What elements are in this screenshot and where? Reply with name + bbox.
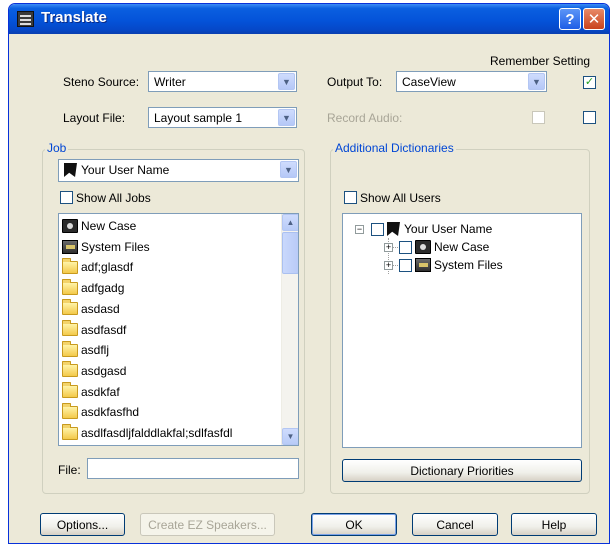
help-button[interactable]: Help [511, 513, 597, 536]
dictionary-priorities-button[interactable]: Dictionary Priorities [342, 459, 582, 482]
job-list-item[interactable]: System Files [62, 237, 150, 257]
job-list-item[interactable]: New Case [62, 216, 136, 236]
layout-file-combobox[interactable]: Layout sample 1 ▼ [148, 107, 297, 128]
job-list-item[interactable]: asdasd [62, 299, 120, 319]
job-user-value: Your User Name [81, 163, 170, 177]
help-title-button[interactable]: ? [559, 8, 581, 30]
remember-setting-checkbox[interactable]: ✓ [583, 76, 596, 89]
dictionaries-group-title: Additional Dictionaries [333, 141, 456, 155]
case-icon [62, 219, 78, 233]
job-list-item[interactable]: asdlfasdljfalddlakfal;sdlfasfdl [62, 423, 232, 443]
file-label: File: [58, 463, 81, 477]
job-list-item-label: System Files [81, 239, 150, 254]
job-list-scrollbar[interactable]: ▲ ▼ [281, 214, 298, 445]
show-all-users-checkbox[interactable] [344, 191, 357, 204]
ok-button[interactable]: OK [311, 513, 397, 536]
scroll-down-icon[interactable]: ▼ [282, 428, 298, 445]
scroll-up-icon[interactable]: ▲ [282, 214, 298, 231]
job-list-item[interactable]: adfgadg [62, 278, 124, 298]
output-to-label: Output To: [327, 75, 383, 89]
cancel-button[interactable]: Cancel [412, 513, 498, 536]
job-list-item-label: adfgadg [81, 281, 125, 296]
scroll-thumb[interactable] [282, 232, 298, 274]
show-all-jobs-checkbox[interactable] [60, 191, 73, 204]
show-all-jobs-label: Show All Jobs [76, 191, 151, 205]
job-group-title: Job [45, 141, 69, 155]
job-list-item-label: asdgasd [81, 363, 127, 378]
job-list[interactable]: New Case System Files adf;glasdf adfgadg asd… [58, 213, 299, 446]
job-list-item[interactable]: asdflj [62, 340, 109, 360]
job-list-item-label: New Case [81, 219, 137, 233]
job-user-combobox[interactable]: Your User Name ▼ [58, 159, 299, 182]
case-icon [415, 240, 431, 254]
expand-icon[interactable]: + [384, 243, 393, 252]
job-list-item-label: asdlfasdljfalddlakfal;sdlfasfdl [81, 426, 233, 440]
layout-file-value: Layout sample 1 [154, 111, 243, 125]
folder-icon [62, 382, 78, 399]
folder-icon [62, 423, 78, 440]
system-files-icon [62, 239, 78, 254]
user-icon [387, 222, 400, 236]
folder-icon [62, 361, 78, 378]
tree-node-label: System Files [434, 258, 503, 272]
job-list-item-label: asdkfaf [81, 384, 120, 399]
job-list-item-label: asdkfasfhd [81, 405, 140, 420]
job-list-item-label: asdfasdf [81, 322, 127, 337]
show-all-users-label: Show All Users [360, 191, 441, 205]
job-list-item[interactable]: adf;glasdf [62, 257, 133, 277]
steno-source-combobox[interactable]: Writer ▼ [148, 71, 297, 92]
job-list-item-label: asdasd [81, 301, 120, 316]
output-to-value: CaseView [402, 75, 456, 89]
chevron-down-icon[interactable]: ▼ [278, 73, 295, 90]
tree-node-checkbox[interactable] [399, 240, 412, 254]
app-icon [17, 11, 34, 27]
tree-node-system-files[interactable]: System Files [399, 256, 503, 274]
system-files-icon [415, 258, 431, 272]
job-list-item[interactable]: asdfasdf [62, 320, 126, 340]
create-ez-speakers-button[interactable]: Create EZ Speakers... [140, 513, 275, 536]
steno-source-label: Steno Source: [63, 75, 140, 89]
expand-icon[interactable]: + [384, 261, 393, 270]
tree-node-root[interactable]: Your User Name [371, 220, 492, 238]
folder-icon [62, 257, 78, 274]
job-list-item[interactable]: asdgasd [62, 361, 126, 381]
chevron-down-icon[interactable]: ▼ [280, 161, 297, 178]
steno-source-value: Writer [154, 75, 186, 89]
chevron-down-icon[interactable]: ▼ [528, 73, 545, 90]
folder-icon [62, 340, 78, 357]
job-list-item[interactable]: asdkfaf [62, 382, 120, 402]
collapse-icon[interactable]: − [355, 225, 364, 234]
job-list-item-label: adf;glasdf [81, 260, 134, 275]
close-button[interactable]: ✕ [583, 8, 605, 30]
title-bar[interactable]: Translate ? ✕ [9, 4, 609, 34]
tree-node-label: New Case [434, 240, 490, 254]
job-list-item[interactable]: asdkfasfhd [62, 402, 139, 422]
dictionary-tree[interactable]: − Your User Name + New Case + System Fil… [342, 213, 582, 448]
folder-icon [62, 320, 78, 336]
folder-icon [62, 278, 78, 295]
options-button[interactable]: Options... [40, 513, 125, 536]
tree-node-new-case[interactable]: New Case [399, 238, 489, 256]
remember-setting-label: Remember Setting [490, 54, 591, 68]
translate-dialog: Translate ? ✕ Remember Setting ✓ Steno S… [8, 3, 610, 544]
tree-node-checkbox[interactable] [399, 258, 412, 272]
file-input[interactable] [87, 458, 299, 479]
folder-icon [62, 402, 78, 419]
record-audio-remember-checkbox[interactable] [583, 111, 596, 124]
output-to-combobox[interactable]: CaseView ▼ [396, 71, 547, 92]
record-audio-checkbox[interactable] [532, 111, 545, 124]
folder-icon [62, 299, 78, 316]
job-list-item-label: asdflj [81, 343, 110, 358]
window-title: Translate [41, 9, 107, 26]
record-audio-label: Record Audio: [327, 111, 403, 125]
tree-node-checkbox[interactable] [371, 222, 384, 236]
chevron-down-icon[interactable]: ▼ [278, 109, 295, 126]
layout-file-label: Layout File: [63, 111, 126, 125]
tree-node-label: Your User Name [404, 222, 493, 236]
job-user-value-wrap: Your User Name [64, 163, 169, 177]
user-icon [64, 163, 77, 177]
